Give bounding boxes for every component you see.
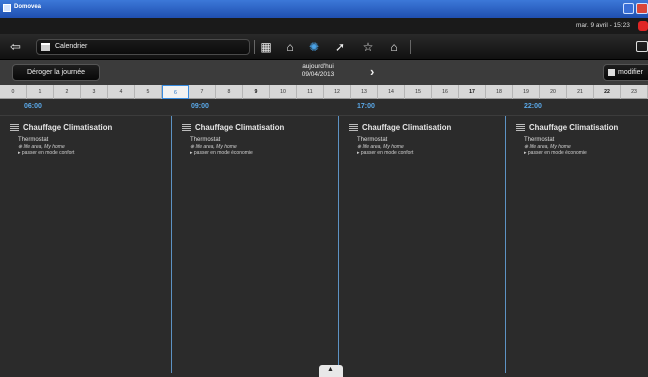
slot-title: Chauffage Climatisation [516,123,618,132]
slot-detail: Thermostat ⊕ life area, My home ▸ passer… [357,137,413,157]
alert-indicator-icon[interactable] [638,21,648,31]
house-icon[interactable]: ⌂ [282,39,298,55]
alarm-bell-icon[interactable]: ⌂ [386,39,402,55]
deroger-button[interactable]: Déroger la journée [12,64,100,81]
hour-tick[interactable]: 13 [351,85,378,99]
slot-header-row: 06:00 09:00 17:00 22:00 [0,99,648,116]
next-day-arrow-icon[interactable]: › [370,64,374,79]
hour-tick[interactable]: 22 [594,85,621,99]
slot-time: 06:00 [24,103,42,110]
breadcrumb[interactable]: Calendrier [36,39,250,55]
drawer-handle[interactable]: ▲ [319,365,343,377]
today-date: aujourd'hui 09/04/2013 [296,63,340,79]
hour-tick[interactable]: 23 [621,85,648,99]
schedule-slot[interactable]: Chauffage Climatisation Thermostat ⊕ lif… [339,116,506,373]
heating-icon [516,124,525,131]
hour-tick[interactable]: 19 [513,85,540,99]
edit-icon [608,69,615,76]
hour-tick[interactable]: 16 [432,85,459,99]
slot-title: Chauffage Climatisation [349,123,451,132]
window-title-bar: Domovea [0,0,648,18]
slot-title: Chauffage Climatisation [10,123,112,132]
minimize-button[interactable] [623,3,634,14]
hours-ruler: 0 1 2 3 4 5 6 7 8 9 10 11 12 13 14 15 16 17 18 19 20 21 22 23 [0,85,648,99]
hour-tick[interactable]: 4 [108,85,135,99]
hour-tick[interactable]: 20 [540,85,567,99]
calendar-subbar: Déroger la journée aujourd'hui 09/04/201… [0,60,648,85]
hour-tick[interactable]: 21 [567,85,594,99]
hour-tick[interactable]: 12 [324,85,351,99]
slot-time: 09:00 [191,103,209,110]
slot-time: 17:00 [357,103,375,110]
modifier-label: modifier [618,69,643,76]
hour-tick[interactable]: 5 [135,85,162,99]
slot-time: 22:00 [524,103,542,110]
hour-tick[interactable]: 15 [405,85,432,99]
calendar-icon[interactable]: ▦ [258,39,274,55]
status-strip: mar. 9 avril - 15:23 [0,18,648,34]
today-label: aujourd'hui [302,63,334,70]
automation-icon[interactable]: ✺ [306,39,322,55]
action-label: ▸ passer en mode économie [524,150,587,156]
toolbar-divider [254,40,255,54]
toolbar-divider [410,40,411,54]
hour-tick[interactable]: 17 [459,85,486,99]
favorite-star-icon[interactable]: ☆ [360,39,376,55]
hour-tick[interactable]: 11 [297,85,324,99]
hour-tick[interactable]: 6 [162,85,189,99]
heating-icon [10,124,19,131]
action-label: ▸ passer en mode économie [190,150,253,156]
screen-icon[interactable] [636,41,648,52]
hour-tick[interactable]: 14 [378,85,405,99]
hour-tick[interactable]: 18 [486,85,513,99]
hour-tick[interactable]: 9 [243,85,270,99]
hour-tick[interactable]: 8 [216,85,243,99]
window-title: Domovea [14,4,42,10]
slot-detail: Thermostat ⊕ life area, My home ▸ passer… [18,137,74,157]
schedule-slot[interactable]: Chauffage Climatisation Thermostat ⊕ lif… [0,116,172,373]
surveillance-icon[interactable]: ➚ [332,39,348,55]
heating-icon [349,124,358,131]
app-icon [3,4,11,12]
schedule-slot[interactable]: Chauffage Climatisation Thermostat ⊕ lif… [172,116,339,373]
slot-title: Chauffage Climatisation [182,123,284,132]
hour-tick[interactable]: 2 [54,85,81,99]
datetime-label: mar. 9 avril - 15:23 [576,22,630,29]
slot-detail: Thermostat ⊕ life area, My home ▸ passer… [190,137,253,157]
back-arrow-icon[interactable]: ⇦ [10,39,28,55]
schedule-slot[interactable]: Chauffage Climatisation Thermostat ⊕ lif… [506,116,648,373]
hour-tick[interactable]: 1 [27,85,54,99]
heating-icon [182,124,191,131]
close-button[interactable] [636,3,648,14]
calendar-small-icon [41,43,50,51]
modifier-button[interactable]: modifier [603,64,648,81]
hour-tick[interactable]: 10 [270,85,297,99]
hour-tick[interactable]: 3 [81,85,108,99]
main-toolbar: ⇦ Calendrier ▦ ⌂ ✺ ➚ ☆ ⌂ [0,34,648,60]
chevron-up-icon: ▲ [327,366,334,373]
hour-tick[interactable]: 0 [0,85,27,99]
breadcrumb-label: Calendrier [55,43,88,50]
action-label: ▸ passer en mode confort [18,150,75,156]
today-date-value: 09/04/2013 [301,71,335,78]
slot-detail: Thermostat ⊕ life area, My home ▸ passer… [524,137,587,157]
hour-tick[interactable]: 7 [189,85,216,99]
action-label: ▸ passer en mode confort [357,150,414,156]
